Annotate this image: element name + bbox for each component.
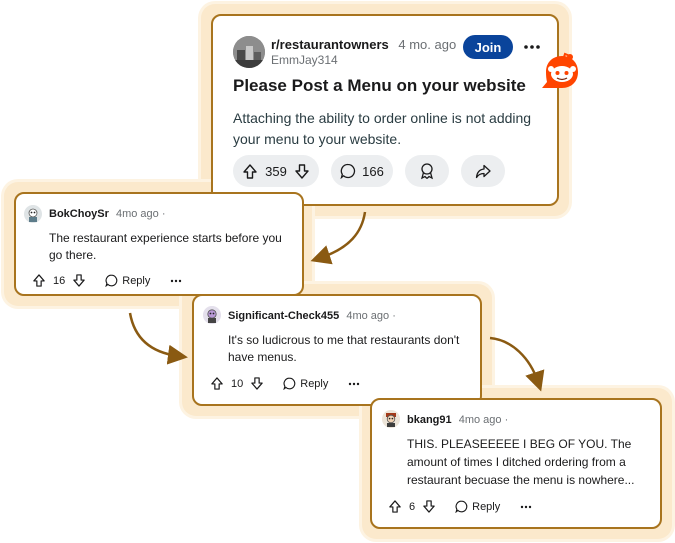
comment-username[interactable]: bkang91	[407, 414, 452, 426]
more-dots-icon[interactable]	[520, 504, 532, 510]
upvote-arrow-icon[interactable]	[33, 274, 45, 287]
arrow-comment2-to-comment3	[489, 336, 545, 392]
comment-text: The restaurant experience starts before …	[49, 231, 282, 262]
comment-card-2: Significant-Check455 4mo ago · It's so l…	[192, 294, 482, 406]
comment-vote-count: 10	[231, 377, 244, 390]
arrow-post-to-comment1	[310, 211, 367, 265]
comment-actions: 10 Reply	[211, 377, 360, 390]
reply-button[interactable]: Reply	[283, 377, 328, 390]
reply-label: Reply	[472, 500, 501, 513]
upvote-arrow-icon[interactable]	[389, 500, 401, 513]
upvote-arrow-icon[interactable]	[211, 377, 223, 390]
avatar[interactable]	[203, 306, 221, 324]
comment-vote-count: 16	[53, 274, 66, 287]
avatar[interactable]	[382, 410, 400, 428]
comment-bubble-icon	[105, 274, 118, 287]
reply-button[interactable]: Reply	[455, 500, 500, 513]
comment-username[interactable]: Significant-Check455	[228, 310, 339, 322]
comment-text: It's so ludicrous to me that restaurants…	[228, 333, 460, 364]
more-dots-icon[interactable]	[170, 278, 182, 284]
comment-actions: 16 Reply	[33, 274, 182, 287]
comment-header: BokChoySr 4mo ago ·	[49, 208, 166, 220]
comment-text: THIS. PLEASEEEEE I BEG OF YOU. The amoun…	[407, 437, 635, 487]
comment-age: 4mo ago	[115, 208, 159, 220]
avatar[interactable]	[24, 205, 42, 223]
comment-bubble-icon	[455, 500, 468, 513]
arrow-comment1-to-comment2	[128, 312, 188, 365]
comment-username[interactable]: BokChoySr	[49, 208, 109, 220]
comment-vote-count: 6	[409, 500, 416, 513]
downvote-arrow-icon[interactable]	[73, 274, 85, 287]
comment-card-1: BokChoySr 4mo ago · The restaurant exper…	[14, 192, 304, 296]
comment-header: bkang91 4mo ago ·	[407, 414, 509, 426]
reply-label: Reply	[122, 274, 151, 287]
more-dots-icon[interactable]	[348, 381, 360, 387]
reply-label: Reply	[300, 377, 329, 390]
comment-actions: 6 Reply	[389, 500, 532, 513]
reply-button[interactable]: Reply	[105, 274, 150, 287]
comment-age: 4mo ago	[458, 414, 502, 426]
downvote-arrow-icon[interactable]	[251, 377, 263, 390]
comment-card-3: bkang91 4mo ago · THIS. PLEASEEEEE I BEG…	[370, 398, 662, 529]
comment-header: Significant-Check455 4mo ago ·	[228, 310, 396, 322]
comment-age: 4mo ago	[346, 310, 390, 322]
downvote-arrow-icon[interactable]	[423, 500, 435, 513]
comment-bubble-icon	[283, 377, 296, 390]
